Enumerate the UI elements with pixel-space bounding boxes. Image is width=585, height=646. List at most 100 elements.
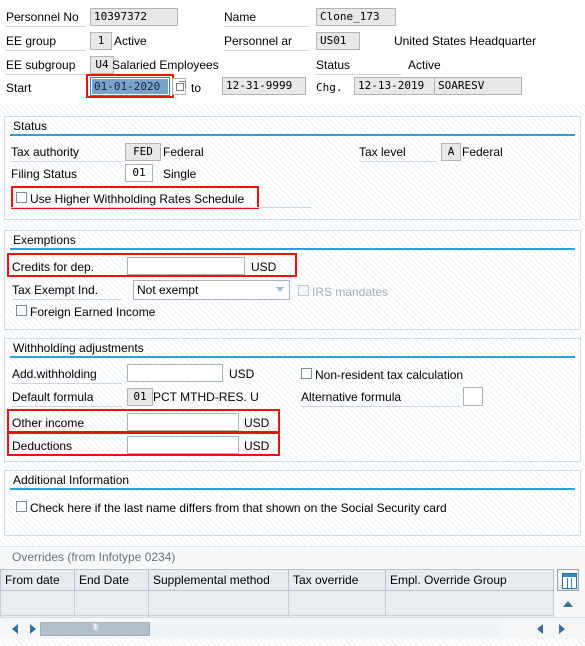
credits-for-dep-input[interactable] [127, 257, 245, 275]
status-group: Status Tax authority FED Federal Tax lev… [4, 116, 581, 220]
cell-supplemental-method[interactable] [148, 590, 289, 616]
ee-subgroup-text: Salaried Employees [112, 58, 219, 72]
tax-exempt-ind-label: Tax Exempt Ind. [12, 281, 122, 300]
table-header-row: From date End Date Supplemental method T… [0, 569, 554, 591]
table-settings-icon[interactable] [557, 569, 579, 591]
page-right-button[interactable] [553, 620, 571, 638]
default-formula-label: Default formula [12, 388, 122, 407]
alternative-formula-label: Alternative formula [301, 388, 461, 407]
hatch-separator-4 [0, 462, 585, 470]
exemptions-group-title: Exemptions [13, 233, 76, 247]
scroll-up-button[interactable] [557, 595, 579, 613]
scroll-thumb[interactable] [40, 622, 150, 636]
end-date-value: 12-31-9999 [222, 77, 306, 95]
changed-by-value: SOARESV [434, 77, 522, 95]
column-header-end-date[interactable]: End Date [74, 569, 149, 591]
additional-group-rule [10, 488, 575, 490]
deductions-input[interactable] [127, 436, 239, 454]
default-formula-text: PCT MTHD-RES. U [153, 390, 259, 404]
withholding-adjustments-group: Withholding adjustments Add.withholding … [4, 338, 581, 462]
filing-status-text: Single [163, 167, 197, 181]
use-higher-withholding-rates-checkbox[interactable] [16, 192, 27, 203]
add-withholding-input[interactable] [127, 364, 223, 382]
tax-exempt-ind-select[interactable]: Not exempt [133, 280, 290, 300]
cell-end-date[interactable] [74, 590, 149, 616]
changed-date-value: 12-13-2019 [354, 77, 436, 95]
add-withholding-currency: USD [229, 367, 255, 381]
ee-group-label: EE group [6, 32, 86, 51]
employee-header: Personnel No 10397372 Name Clone_173 EE … [0, 0, 585, 106]
exemptions-group: Exemptions Credits for dep. USD Tax Exem… [4, 230, 581, 330]
chevron-right-icon [559, 624, 565, 634]
start-date-value: 01-01-2020 [92, 79, 168, 94]
name-value: Clone_173 [316, 8, 396, 26]
deductions-label: Deductions [12, 439, 73, 453]
non-resident-tax-calculation-checkbox[interactable] [301, 368, 312, 379]
status-row-underline [11, 207, 311, 208]
tax-authority-code: FED [125, 143, 161, 161]
page-left-button[interactable] [531, 620, 549, 638]
overrides-caption: Overrides (from Infotype 0234) [12, 550, 176, 564]
lastname-differs-checkbox[interactable] [16, 501, 27, 512]
foreign-earned-income-checkbox[interactable] [16, 305, 27, 316]
alternative-formula-input[interactable] [463, 387, 483, 406]
scroll-left-button[interactable] [6, 620, 24, 638]
filing-status-code[interactable]: 01 [125, 164, 153, 182]
column-header-tax-override[interactable]: Tax override [288, 569, 386, 591]
table-row[interactable] [0, 590, 554, 616]
other-income-input[interactable] [127, 413, 239, 431]
personnel-area-value: US01 [316, 32, 360, 50]
hatch-footer [0, 639, 585, 646]
tax-level-text: Federal [462, 145, 503, 159]
personnel-area-text: United States Headquarter [394, 34, 537, 48]
value-help-icon[interactable] [172, 78, 186, 95]
tax-level-code: A [441, 143, 461, 161]
tax-level-label: Tax level [359, 143, 437, 162]
tax-authority-text: Federal [163, 145, 204, 159]
personnel-no-label: Personnel No [6, 8, 86, 27]
chevron-up-icon [563, 601, 573, 607]
hatch-separator-3 [0, 330, 585, 338]
column-header-supplemental-method[interactable]: Supplemental method [148, 569, 289, 591]
column-header-from-date[interactable]: From date [0, 569, 75, 591]
ee-subgroup-label: EE subgroup [6, 56, 86, 75]
chevron-down-icon [276, 287, 285, 293]
scroll-track[interactable] [40, 622, 500, 636]
chevron-left-icon [537, 624, 543, 634]
other-income-label: Other income [12, 416, 85, 430]
exemptions-group-rule [10, 248, 575, 250]
use-higher-withholding-rates-label: Use Higher Withholding Rates Schedule [30, 192, 245, 206]
to-label: to [191, 81, 202, 95]
tax-authority-label: Tax authority [11, 143, 121, 162]
other-income-currency: USD [244, 416, 270, 430]
ee-group-value: 1 [90, 32, 112, 50]
status-group-rule [10, 134, 575, 136]
personnel-no-value: 10397372 [90, 8, 178, 26]
additional-group-title: Additional Information [13, 473, 130, 487]
changed-label: Chg. [316, 81, 343, 94]
credits-for-dep-currency: USD [251, 260, 277, 274]
filing-status-label: Filing Status [11, 167, 78, 181]
add-withholding-label: Add.withholding [12, 365, 122, 384]
withholding-group-rule [10, 356, 575, 358]
foreign-earned-income-label: Foreign Earned Income [30, 305, 156, 319]
chevron-right-icon [30, 624, 36, 634]
status-group-title: Status [13, 119, 48, 133]
credits-for-dep-label: Credits for dep. [12, 260, 95, 274]
non-resident-tax-calculation-label: Non-resident tax calculation [315, 368, 464, 382]
hatch-separator-5 [0, 536, 585, 546]
deductions-currency: USD [244, 439, 270, 453]
infotype-0210-screen: Personnel No 10397372 Name Clone_173 EE … [0, 0, 585, 646]
status-label: Status [316, 56, 401, 75]
ee-group-text: Active [114, 34, 147, 48]
status-text: Active [408, 58, 441, 72]
lastname-differs-label: Check here if the last name differs from… [30, 501, 447, 515]
horizontal-scrollbar[interactable] [0, 617, 585, 640]
tax-exempt-ind-value: Not exempt [137, 283, 199, 297]
cell-from-date[interactable] [0, 590, 75, 616]
cell-tax-override[interactable] [288, 590, 386, 616]
personnel-area-label: Personnel ar [224, 32, 309, 51]
start-date-input[interactable]: 01-01-2020 [90, 77, 170, 96]
column-header-empl-override-group[interactable]: Empl. Override Group [385, 569, 554, 591]
cell-empl-override-group[interactable] [385, 590, 554, 616]
